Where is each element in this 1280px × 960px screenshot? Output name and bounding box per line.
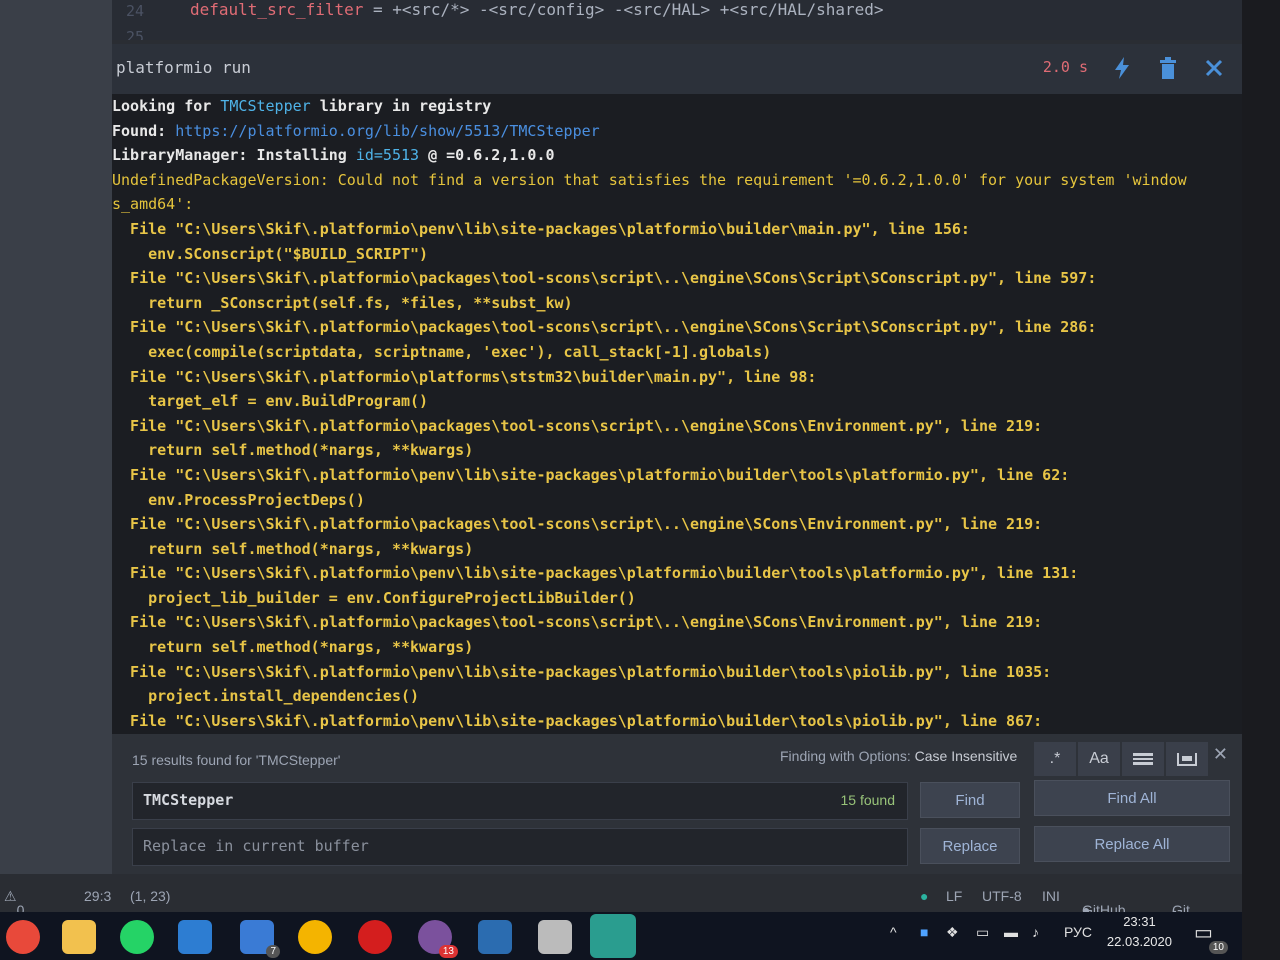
replace-input[interactable]: Replace in current buffer [132,828,908,866]
replace-button[interactable]: Replace [920,828,1020,864]
atom-icon[interactable] [590,914,636,958]
chevron-up-icon[interactable]: ^ [890,924,897,940]
traceback-line: return self.method(*nargs, **kwargs) [112,441,474,460]
traceback-line: project.install_dependencies() [112,687,420,706]
code-value: = +<src/*> -<src/config> -<src/HAL> +<sr… [363,0,884,19]
find-options-label: Finding with Options: Case Insensitive [780,748,1018,764]
clock-date: 22.03.2020 [1106,934,1172,949]
terminal-line: Looking for TMCStepper library in regist… [112,97,492,115]
opera-icon[interactable] [358,920,392,954]
chrome-canary-icon[interactable] [298,920,332,954]
replace-all-button[interactable]: Replace All [1034,826,1230,862]
error-line: UndefinedPackageVersion: Could not find … [112,170,1187,189]
status-bar: ⚠ 0 0 0 29:3 (1, 23) ● LF UTF-8 INI ● Gi… [0,874,1242,950]
traceback-line: exec(compile(scriptdata, scriptname, 'ex… [112,342,772,361]
clock[interactable]: 23:31 22.03.2020 [1107,912,1172,952]
traceback-line: return self.method(*nargs, **kwargs) [112,539,474,558]
traceback-line: File "C:\Users\Skif\.platformio\packages… [112,416,1043,435]
traceback-line: File "C:\Users\Skif\.platformio\packages… [112,515,1043,534]
cursor-position[interactable]: 29:3 [84,888,111,904]
calculator-icon[interactable] [538,920,572,954]
store-icon[interactable] [178,920,212,954]
traceback-line: File "C:\Users\Skif\.platformio\penv\lib… [112,465,1070,484]
volume-icon[interactable]: ♪ [1032,924,1039,940]
traceback-line: env.ProcessProjectDeps() [112,490,365,509]
case-sensitive-toggle[interactable]: Aa [1078,742,1120,776]
traceback-line: File "C:\Users\Skif\.platformio\packages… [112,613,1043,632]
find-input[interactable]: TMCStepper 15 found [132,782,908,820]
traceback-line: File "C:\Users\Skif\.platformio\penv\lib… [112,564,1079,583]
traceback-line: env.SConscript("$BUILD_SCRIPT") [112,244,429,263]
regex-toggle[interactable]: .* [1034,742,1076,776]
traceback-line: File "C:\Users\Skif\.platformio\packages… [112,269,1097,288]
close-icon[interactable] [1198,52,1230,84]
line-number: 24 [126,2,145,20]
elapsed-time: 2.0 s [1042,58,1088,76]
line-ending[interactable]: LF [946,888,962,904]
diagnostics-count[interactable]: ⚠ 0 0 0 [4,888,24,950]
traceback-line: File "C:\Users\Skif\.platformio\platform… [112,367,817,386]
notification-icon[interactable]: ▭ 10 [1194,920,1228,954]
library-link[interactable]: https://platformio.org/lib/show/5513/TMC… [175,122,599,140]
close-find-icon[interactable]: ✕ [1213,744,1228,765]
traceback-line: File "C:\Users\Skif\.platformio\penv\lib… [112,711,1043,730]
code-line[interactable]: default_src_filter = +<src/*> -<src/conf… [190,0,884,19]
grammar[interactable]: INI [1042,888,1060,904]
find-option-buttons: .* Aa [1034,742,1210,776]
find-all-button[interactable]: Find All [1034,780,1230,816]
terminal-header: platformio run 2.0 s [112,44,1242,94]
selection-count: (1, 23) [130,888,171,904]
traceback-line: project_lib_builder = env.ConfigureProje… [112,588,636,607]
traceback: File "C:\Users\Skif\.platformio\penv\lib… [112,217,1242,733]
whole-word-icon[interactable] [1166,742,1208,776]
language-indicator[interactable]: РУС [1064,924,1092,940]
monitor-icon[interactable]: ▭ [976,924,989,941]
traceback-line: File "C:\Users\Skif\.platformio\penv\lib… [112,219,970,238]
code-key: default_src_filter [190,0,364,19]
traceback-line: File "C:\Users\Skif\.platformio\penv\lib… [112,662,1052,681]
network-app-icon[interactable]: ■ [920,924,928,940]
taskbar: 7 13 ^ ■ ❖ ▭ ▬ ♪ РУС 23:31 22.03.2020 ▭ 1… [0,912,1242,960]
battery-icon[interactable]: ▬ [1004,924,1018,940]
terminal-line: LibraryManager: Installing id=5513 @ =0.… [112,146,555,165]
line-number: 25 [126,28,145,40]
file-explorer-icon[interactable] [62,920,96,954]
find-replace-panel: 15 results found for 'TMCStepper' Findin… [112,734,1242,874]
trash-icon[interactable] [1152,52,1184,84]
terminal-title: platformio run [116,58,251,77]
save-app-icon[interactable] [478,920,512,954]
traceback-line: return self.method(*nargs, **kwargs) [112,638,474,657]
whatsapp-icon[interactable] [120,920,154,954]
dropbox-icon[interactable]: ❖ [946,924,959,941]
monitor-bezel [1242,0,1280,960]
traceback-line: File "C:\Users\Skif\.platformio\packages… [112,318,1097,337]
found-count: 15 found [840,792,896,808]
mail-icon[interactable]: 7 [240,920,280,958]
chrome-icon[interactable] [6,920,40,954]
find-results-summary: 15 results found for 'TMCStepper' [132,752,341,768]
status-dot-icon: ● [920,888,929,904]
file-encoding[interactable]: UTF-8 [982,888,1022,904]
error-line: s_amd64': [112,195,194,214]
terminal-output[interactable]: Looking for TMCStepper library in regist… [112,94,1242,734]
selection-only-icon[interactable] [1122,742,1164,776]
terminal-line: Found: https://platformio.org/lib/show/5… [112,121,600,140]
clock-time: 23:31 [1123,914,1156,929]
viber-icon[interactable]: 13 [418,920,458,958]
lightning-icon[interactable] [1106,52,1138,84]
background-window-strip [0,0,112,880]
find-button[interactable]: Find [920,782,1020,818]
code-editor[interactable]: 24 25 default_src_filter = +<src/*> -<sr… [112,0,1242,40]
traceback-line: target_elf = env.BuildProgram() [112,392,429,411]
traceback-line: return _SConscript(self.fs, *files, **su… [112,293,573,312]
